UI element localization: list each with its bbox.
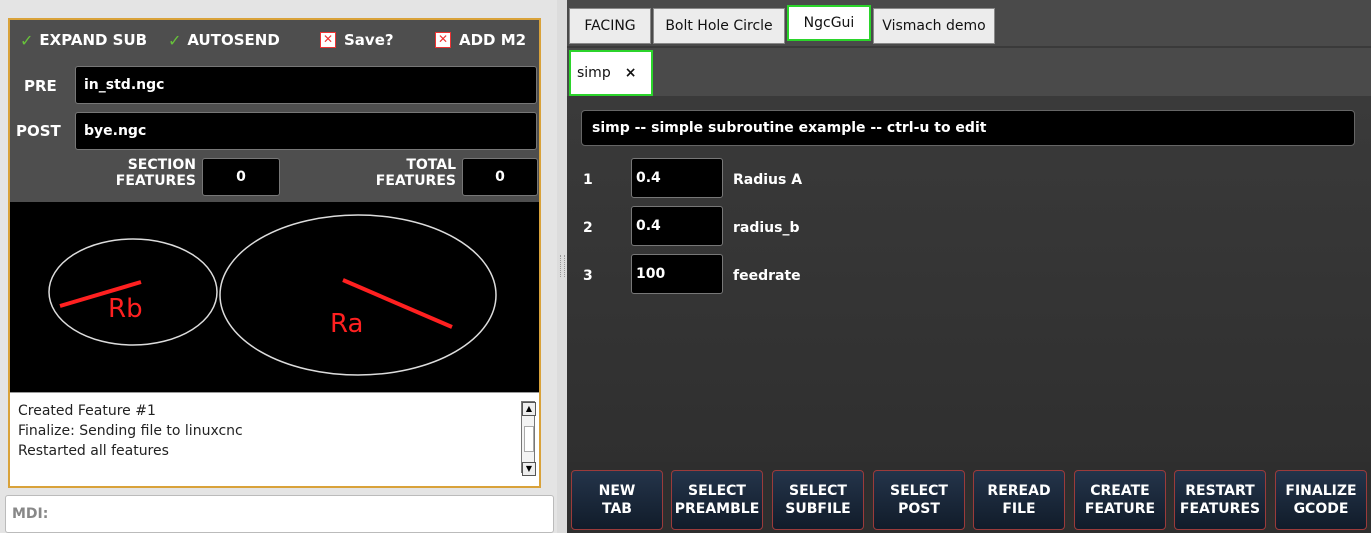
subtab-bar: simp × [567, 48, 1371, 96]
tab-bolt-hole-circle[interactable]: Bolt Hole Circle [653, 8, 785, 44]
label-ra: Ra [330, 309, 363, 339]
feature-preview-image: Rb Ra [10, 202, 539, 392]
pre-label: PRE [24, 77, 57, 95]
create-feature-button[interactable]: CREATE FEATURE [1074, 470, 1166, 530]
log-line: Finalize: Sending file to linuxcnc [18, 423, 243, 439]
tab-vismach-demo[interactable]: Vismach demo [873, 8, 995, 44]
param-number: 2 [583, 220, 593, 236]
restart-features-button[interactable]: RESTART FEATURES [1174, 470, 1266, 530]
select-post-button[interactable]: SELECT POST [873, 470, 965, 530]
param-name: radius_b [733, 220, 800, 236]
ngcgui-side-panel: ✓ EXPAND SUB ✓ AUTOSEND ✕ Save? ✕ ADD M2… [8, 18, 541, 488]
param-number: 1 [583, 172, 593, 188]
circle-rb [48, 238, 218, 346]
expand-sub-checkbox[interactable]: ✓ EXPAND SUB [20, 29, 147, 51]
finalize-gcode-button[interactable]: FINALIZE GCODE [1275, 470, 1367, 530]
action-button-bar: NEW TAB SELECT PREAMBLE SELECT SUBFILE S… [567, 462, 1371, 533]
log-line: Created Feature #1 [18, 403, 156, 419]
mdi-input[interactable]: MDI: [5, 495, 554, 533]
pre-file-input[interactable]: in_std.ngc [75, 66, 537, 104]
subroutine-form: simp -- simple subroutine example -- ctr… [567, 96, 1371, 462]
reread-file-button[interactable]: REREAD FILE [973, 470, 1065, 530]
post-label: POST [16, 122, 61, 140]
log-line: Restarted all features [18, 443, 169, 459]
add-m2-checkbox[interactable]: ✕ ADD M2 [435, 29, 526, 51]
select-subfile-button[interactable]: SELECT SUBFILE [772, 470, 864, 530]
cross-icon: ✕ [320, 32, 336, 48]
ngcgui-main-panel: FACING Bolt Hole Circle NgcGui Vismach d… [567, 0, 1371, 533]
circle-ra [219, 214, 497, 376]
param-name: Radius A [733, 172, 803, 188]
checkmark-icon: ✓ [168, 30, 182, 50]
param-value-input[interactable]: 0.4 [631, 158, 723, 198]
save-checkbox[interactable]: ✕ Save? [320, 29, 394, 51]
total-features-label: TOTAL FEATURES [375, 157, 456, 189]
close-icon[interactable]: × [625, 65, 637, 81]
param-number: 3 [583, 268, 593, 284]
subtab-simp[interactable]: simp × [569, 50, 653, 96]
param-value-input[interactable]: 0.4 [631, 206, 723, 246]
panel-splitter[interactable] [557, 0, 567, 533]
section-features-label: SECTION FEATURES [115, 157, 196, 189]
tab-facing[interactable]: FACING [569, 8, 651, 44]
checkmark-icon: ✓ [20, 30, 34, 50]
scroll-down-icon[interactable]: ▼ [522, 462, 536, 476]
post-file-input[interactable]: bye.ngc [75, 112, 537, 150]
tab-bar: FACING Bolt Hole Circle NgcGui Vismach d… [567, 0, 1371, 46]
log-scrollbar[interactable]: ▲ ▼ [521, 401, 536, 476]
param-value-input[interactable]: 100 [631, 254, 723, 294]
scroll-up-icon[interactable]: ▲ [522, 402, 536, 416]
tab-ngcgui[interactable]: NgcGui [787, 5, 871, 41]
total-features-count: 0 [462, 158, 538, 196]
new-tab-button[interactable]: NEW TAB [571, 470, 663, 530]
label-rb: Rb [108, 294, 143, 324]
section-features-count: 0 [202, 158, 280, 196]
select-preamble-button[interactable]: SELECT PREAMBLE [671, 470, 763, 530]
autosend-checkbox[interactable]: ✓ AUTOSEND [168, 29, 280, 51]
param-name: feedrate [733, 268, 801, 284]
cross-icon: ✕ [435, 32, 451, 48]
status-log: Created Feature #1 Finalize: Sending fil… [10, 392, 539, 486]
subroutine-description: simp -- simple subroutine example -- ctr… [581, 110, 1355, 146]
